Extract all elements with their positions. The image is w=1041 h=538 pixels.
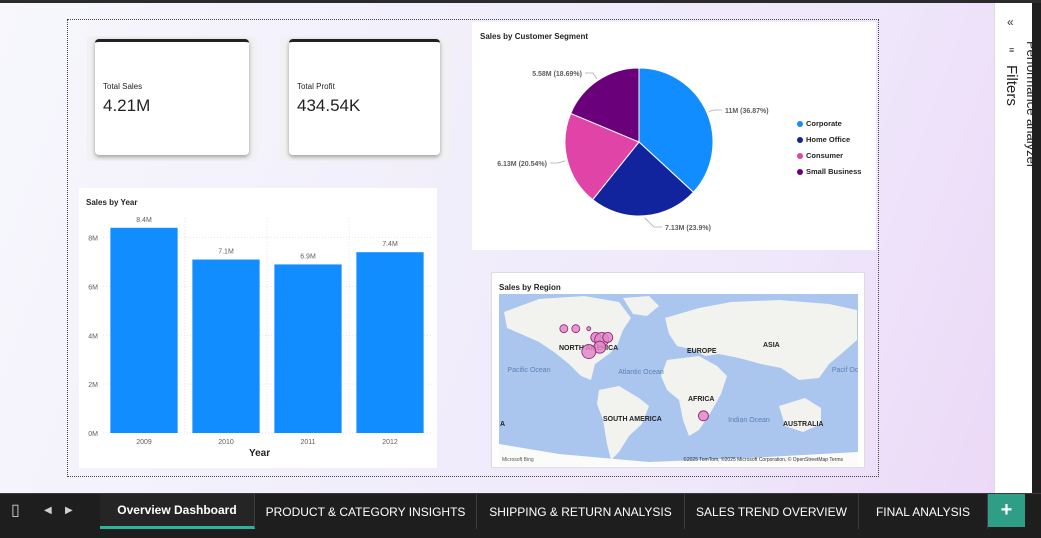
legend-label: Small Business [806, 167, 862, 176]
map-label-pacific-ocean-right: Pacif Ocea [832, 367, 858, 374]
map-label-australia: AUSTRALIA [783, 421, 823, 428]
legend-label: Consumer [806, 151, 844, 160]
bar-2009 [110, 227, 178, 433]
data-label: 7.4M [382, 241, 398, 248]
legend-marker [797, 120, 803, 127]
y-tick-label: 4M [88, 333, 98, 340]
data-label: 6.9M [300, 253, 316, 260]
map-label-left-letter: A [500, 421, 505, 428]
bar-2011 [274, 264, 342, 433]
bar-2010 [192, 259, 260, 433]
report-canvas: Total Sales 4.21M Total Profit 434.54K S… [0, 3, 994, 493]
filters-pane[interactable]: « ≡ Filters Performance analyzer [994, 3, 1041, 493]
y-tick-label: 8M [88, 236, 98, 243]
legend-item[interactable]: Consumer [797, 151, 843, 160]
map-label-atlantic-ocean: Atlantic Ocean [618, 369, 664, 376]
map-label-europe: EUROPE [687, 348, 717, 355]
legend-label: Corporate [806, 119, 842, 128]
map-label-asia: ASIA [763, 342, 780, 349]
tab-overview-dashboard[interactable]: Overview Dashboard [100, 494, 255, 529]
tab-final-analysis[interactable]: FINAL ANALYSIS [859, 494, 988, 529]
pane-edge [1032, 3, 1041, 493]
bar-chart-svg: 0M 2M 4M 6M 8M 8.4M 2009 7.1M 2010 6.9M 2011 7.4M 20… [88, 217, 431, 446]
map-label-indian-ocean: Indian Ocean [728, 417, 770, 424]
x-tick-label: 2009 [136, 439, 152, 446]
leader-line [708, 109, 722, 112]
sales-by-year-visual[interactable]: Sales by Year 0M 2M 4M 6M 8M 8.4M 2009 7.1M 2010… [79, 188, 437, 468]
map-bubble [571, 324, 581, 334]
tab-sales-trend-overview[interactable]: SALES TREND OVERVIEW [685, 494, 859, 529]
kpi-label: Total Sales [103, 82, 143, 91]
kpi-label: Total Profit [297, 82, 335, 91]
x-tick-label: 2011 [300, 439, 315, 446]
x-tick-label: 2012 [382, 439, 398, 446]
kpi-card-total-sales[interactable]: Total Sales 4.21M [95, 39, 249, 155]
next-page-icon[interactable]: ▶ [65, 505, 73, 516]
y-tick-label: 0M [88, 431, 98, 438]
chart-title: Sales by Region [499, 283, 561, 292]
leader-line [644, 217, 662, 228]
y-tick-label: 6M [88, 284, 98, 291]
pie-data-label: 11M (36.87%) [725, 108, 769, 115]
sales-by-region-visual[interactable]: Sales by Region NORTH AMERICAEUROPEASIAA… [491, 272, 865, 468]
map-label-africa: AFRICA [688, 396, 714, 403]
page-tab-bar: ▯ ◀ ▶ Overview Dashboard PRODUCT & CATEG… [0, 493, 1041, 538]
double-chevron-icon[interactable]: « [1007, 15, 1014, 29]
sales-by-segment-visual[interactable]: Sales by Customer Segment 11M (36.87%) 7.… [472, 22, 876, 250]
y-tick-label: 2M [88, 382, 98, 389]
map-bubble [586, 326, 592, 332]
filter-icon: ≡ [1009, 45, 1015, 55]
pie-data-label: 6.13M (20.54%) [497, 161, 547, 168]
pie-data-label: 7.13M (23.9%) [665, 225, 711, 232]
map-bubble [698, 410, 709, 422]
pie-data-label: 5.58M (18.69%) [532, 71, 582, 78]
map-bubble [581, 344, 597, 359]
map-bubble [602, 331, 614, 343]
data-label: 8.4M [136, 217, 152, 224]
leader-line [585, 72, 598, 79]
tab-shipping-return-analysis[interactable]: SHIPPING & RETURN ANALYSIS [477, 494, 685, 529]
legend-label: Home Office [806, 135, 851, 144]
plus-icon[interactable]: + [988, 494, 1025, 527]
kpi-card-total-profit[interactable]: Total Profit 434.54K [289, 39, 440, 155]
legend-marker [797, 136, 803, 143]
tab-product-category-insights[interactable]: PRODUCT & CATEGORY INSIGHTS [255, 494, 477, 529]
filters-label[interactable]: Filters [1003, 65, 1020, 106]
x-tick-label: 2010 [218, 439, 234, 446]
kpi-value: 4.21M [103, 96, 151, 115]
legend-item[interactable]: Corporate [797, 119, 842, 128]
map-bubble [559, 324, 569, 334]
map-svg[interactable]: NORTH AMERICAEUROPEASIAAFRICASOUTH AMERI… [499, 294, 858, 466]
bar-2012 [356, 252, 424, 433]
prev-page-icon[interactable]: ◀ [44, 505, 52, 516]
x-axis-title: Year [249, 448, 271, 459]
kpi-value: 434.54K [297, 96, 361, 115]
legend-item[interactable]: Small Business [797, 167, 861, 176]
data-label: 7.1M [218, 249, 234, 256]
map-provider: Microsoft Bing [502, 457, 534, 463]
map-label-south-america: SOUTH AMERICA [603, 416, 662, 423]
phone-icon[interactable]: ▯ [11, 500, 20, 520]
leader-line [550, 160, 566, 164]
legend-marker [797, 152, 803, 159]
map-label-pacific-ocean: Pacific Ocean [507, 367, 550, 374]
map-attribution: ©2025 TomTom, ©2025 Microsoft Corporatio… [683, 456, 843, 463]
legend-item[interactable]: Home Office [797, 135, 850, 144]
legend-marker [797, 168, 803, 175]
report-page: Total Sales 4.21M Total Profit 434.54K S… [67, 19, 879, 477]
